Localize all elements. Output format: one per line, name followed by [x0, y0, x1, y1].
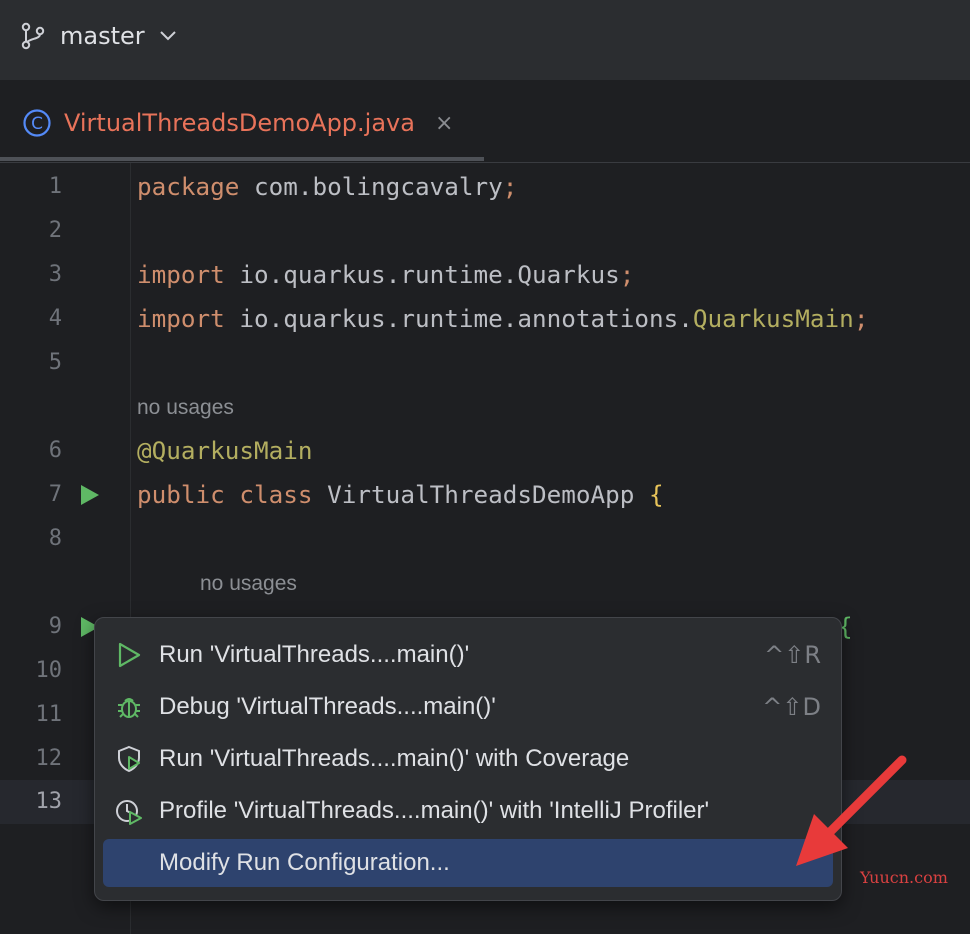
line-number: 11: [35, 702, 63, 727]
active-tab-indicator: [0, 157, 484, 161]
line-number: 10: [35, 658, 63, 683]
menu-item-label: Run 'VirtualThreads....main()': [159, 641, 470, 668]
menu-item-label: Run 'VirtualThreads....main()' with Cove…: [159, 745, 630, 772]
line-number: 2: [48, 218, 62, 243]
close-icon[interactable]: ×: [435, 111, 453, 136]
menu-item-shortcut: ^⇧D: [762, 693, 821, 721]
menu-item-label: Profile 'VirtualThreads....main()' with …: [159, 797, 710, 824]
profiler-icon: [116, 800, 142, 825]
run-context-popup: Run 'VirtualThreads....main()' ^⇧R Debug…: [94, 617, 842, 901]
run-icon: [118, 642, 141, 668]
code-text: public class VirtualThreadsDemoApp {: [137, 480, 664, 509]
menu-item-label: Modify Run Configuration...: [159, 849, 450, 876]
line-number: 3: [48, 262, 62, 287]
menu-item-modify-run-configuration[interactable]: Modify Run Configuration...: [103, 839, 833, 887]
debug-icon: [118, 698, 140, 718]
run-gutter-icon[interactable]: [78, 483, 102, 507]
menu-item-debug[interactable]: Debug 'VirtualThreads....main()' ^⇧D: [103, 683, 833, 731]
line-number: 12: [35, 746, 63, 771]
code-text: package com.bolingcavalry;: [137, 172, 518, 201]
menu-item-shortcut: ^⇧R: [764, 641, 821, 669]
line-number: 5: [48, 350, 62, 375]
line-number: 6: [48, 438, 62, 463]
branch-name: master: [60, 22, 145, 50]
code-line: 5: [0, 341, 970, 385]
usages-hint[interactable]: no usages: [200, 562, 297, 606]
watermark: Yuucn.com: [860, 868, 948, 887]
line-number: 13: [35, 789, 63, 814]
code-line: 2: [0, 209, 970, 253]
chevron-down-icon: [159, 31, 176, 41]
code-text: import io.quarkus.runtime.annotations.Qu…: [137, 304, 869, 333]
git-branch-icon: [21, 22, 45, 50]
line-number: 7: [48, 482, 62, 507]
annotation-arrow: [796, 755, 907, 866]
code-line: 8: [0, 517, 970, 561]
line-number: 8: [48, 526, 62, 551]
code-text: @QuarkusMain: [137, 436, 313, 465]
coverage-icon: [118, 745, 140, 773]
line-number: 1: [48, 174, 62, 199]
main-toolbar: master: [0, 0, 970, 81]
menu-item-label: Debug 'VirtualThreads....main()': [159, 693, 496, 720]
menu-item-run[interactable]: Run 'VirtualThreads....main()' ^⇧R: [103, 631, 833, 679]
editor-tab[interactable]: C VirtualThreadsDemoApp.java ×: [22, 108, 453, 138]
line-number: 4: [48, 306, 62, 331]
usages-hint[interactable]: no usages: [137, 386, 234, 430]
tab-file-name: VirtualThreadsDemoApp.java: [64, 109, 415, 137]
menu-item-profile[interactable]: Profile 'VirtualThreads....main()' with …: [103, 787, 833, 835]
svg-text:C: C: [31, 114, 43, 134]
code-text: import io.quarkus.runtime.Quarkus;: [137, 260, 635, 289]
branch-selector[interactable]: master: [20, 22, 177, 50]
line-number: 9: [48, 614, 62, 639]
java-class-icon: C: [23, 109, 51, 137]
menu-item-coverage[interactable]: Run 'VirtualThreads....main()' with Cove…: [103, 735, 833, 783]
